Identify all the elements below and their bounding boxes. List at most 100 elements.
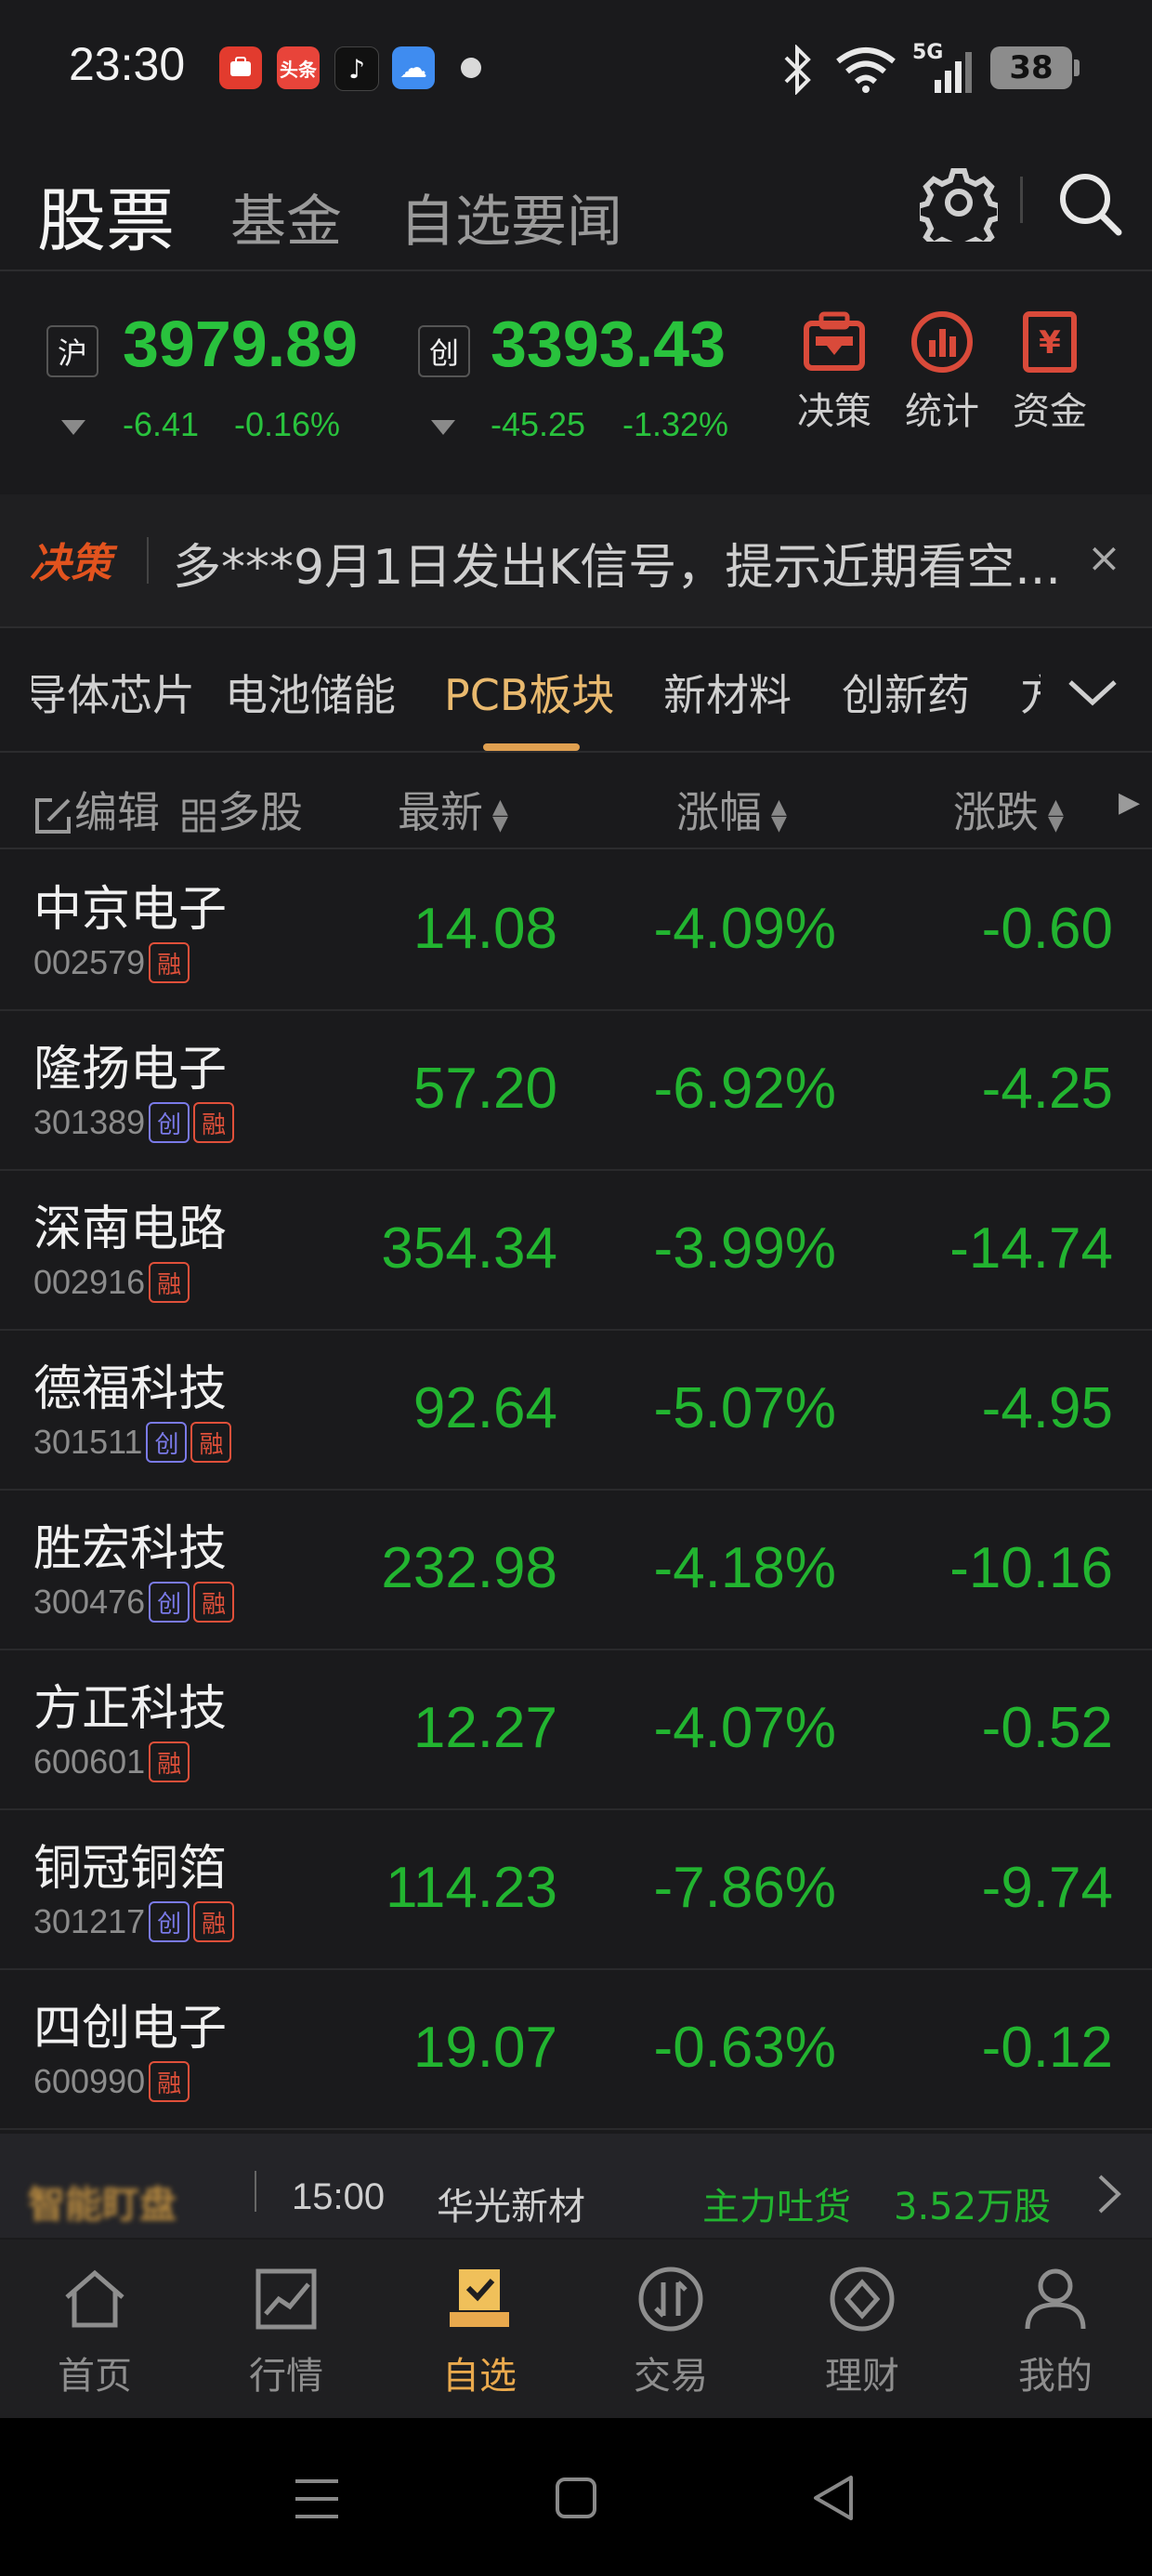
edit-icon: [35, 797, 71, 834]
chevron-down-icon: [1068, 680, 1117, 706]
news-brand-logo: 决策: [30, 540, 111, 587]
sort-by-change[interactable]: 涨跌 ▲ ▼: [953, 779, 1064, 840]
category-tab-battery[interactable]: 电池储能: [225, 662, 396, 723]
table-row[interactable]: 隆扬电子 301389 创融 57.20 -6.92% -4.25: [0, 1009, 1152, 1171]
chevron-right-icon[interactable]: [1093, 2171, 1124, 2221]
table-row[interactable]: 胜宏科技 300476 创融 232.98 -4.18% -10.16: [0, 1489, 1152, 1650]
stock-change-percent: -5.07%: [653, 1376, 836, 1440]
table-row[interactable]: 中京电子 002579 融 14.08 -4.09% -0.60: [0, 849, 1152, 1011]
tool-decision-label: 决策: [797, 390, 871, 433]
toutiao-icon: 头条: [277, 46, 320, 89]
nav-wealth-label: 理财: [825, 2355, 899, 2398]
stock-price: 12.27: [412, 1696, 557, 1760]
index-cy-value[interactable]: 3393.43: [491, 307, 726, 381]
category-tab-chips[interactable]: 导体芯片: [32, 662, 195, 723]
sort-by-percent[interactable]: 涨幅 ▲ ▼: [676, 779, 787, 840]
stock-code: 301217 创融: [33, 1901, 235, 1942]
index-sh-value[interactable]: 3979.89: [123, 307, 358, 381]
index-cy-pct: -1.32%: [622, 405, 729, 443]
margin-tag: 融: [190, 1422, 232, 1463]
stock-code: 301389 创融: [33, 1102, 235, 1143]
back-triangle-icon[interactable]: [810, 2474, 857, 2526]
stock-change: -14.74: [949, 1216, 1113, 1281]
status-time: 23:30: [69, 38, 186, 90]
sort-icon: ▲ ▼: [1048, 795, 1064, 835]
index-sh-pct: -0.16%: [234, 405, 341, 443]
category-tab-partial[interactable]: 方: [1020, 662, 1041, 723]
stock-price: 92.64: [412, 1376, 557, 1440]
news-text[interactable]: 多***9月1日发出K信号，提示近期看空...: [173, 528, 1061, 598]
index-cy-badge: 创: [418, 325, 470, 377]
notification-dot: [461, 58, 481, 78]
tool-decision[interactable]: 决策: [779, 307, 890, 435]
stock-code: 300476 创融: [33, 1582, 235, 1623]
stock-name: 德福科技: [33, 1361, 228, 1417]
category-tab-pcb[interactable]: PCB板块: [444, 662, 614, 723]
stock-code-text: 600990: [33, 2062, 146, 2100]
table-row[interactable]: 四创电子 600990 融 19.07 -0.63% -0.12: [0, 1968, 1152, 2130]
stock-code-text: 301511: [33, 1423, 143, 1461]
tab-funds[interactable]: 基金: [230, 177, 342, 257]
ticker-stock[interactable]: 华光新材: [437, 2176, 585, 2230]
stock-price: 14.08: [412, 897, 557, 961]
tool-stats-label: 统计: [905, 390, 979, 433]
nav-trade[interactable]: 交易: [596, 2264, 745, 2399]
nav-watchlist-label: 自选: [442, 2355, 517, 2398]
news-close-button[interactable]: ×: [1087, 534, 1121, 582]
col-chg-label: 涨跌: [953, 787, 1039, 837]
stock-name: 隆扬电子: [33, 1042, 228, 1097]
sort-by-price[interactable]: 最新 ▲ ▼: [398, 779, 508, 840]
tool-stats[interactable]: 统计: [886, 307, 998, 435]
nav-watchlist[interactable]: 自选: [405, 2264, 554, 2399]
table-row[interactable]: 方正科技 600601 融 12.27 -4.07% -0.52: [0, 1649, 1152, 1810]
news-bottom-line: [0, 626, 1152, 628]
bluetooth-icon: [782, 44, 814, 99]
weather-icon: ☁: [392, 46, 435, 89]
ticker-time: 15:00: [292, 2176, 386, 2217]
tab-stocks[interactable]: 股票: [37, 165, 175, 265]
stock-change: -9.74: [981, 1856, 1113, 1920]
table-row[interactable]: 深南电路 002916 融 354.34 -3.99% -14.74: [0, 1169, 1152, 1331]
home-square-icon[interactable]: [554, 2476, 598, 2524]
multi-stock-button[interactable]: 多股: [180, 779, 303, 840]
stock-name: 深南电路: [33, 1202, 228, 1257]
tiktok-icon: ♪: [334, 46, 379, 91]
category-expand-button[interactable]: [1041, 641, 1152, 742]
tool-funds[interactable]: ¥ 资金: [994, 307, 1106, 435]
stock-price: 232.98: [381, 1536, 557, 1600]
stock-code: 002916 融: [33, 1262, 190, 1303]
stock-change: -4.25: [981, 1057, 1113, 1121]
search-icon[interactable]: [1054, 167, 1128, 245]
stock-name: 胜宏科技: [33, 1521, 228, 1577]
scroll-right-icon[interactable]: ▶: [1119, 786, 1140, 819]
margin-tag: 融: [149, 2061, 190, 2102]
settings-gear-icon[interactable]: [915, 164, 1002, 256]
index-cy-down-icon: [431, 420, 455, 435]
nav-market[interactable]: 行情: [212, 2264, 360, 2399]
stock-name: 方正科技: [33, 1681, 228, 1737]
category-bottom-line: [0, 751, 1152, 753]
sort-icon: ▲ ▼: [492, 795, 508, 835]
nav-wealth[interactable]: 理财: [788, 2264, 936, 2399]
market-icon: [255, 2268, 317, 2330]
nav-profile[interactable]: 我的: [981, 2264, 1130, 2399]
table-row[interactable]: 铜冠铜箔 301217 创融 114.23 -7.86% -9.74: [0, 1808, 1152, 1970]
tab-watchlist-news[interactable]: 自选要闻: [399, 177, 622, 257]
table-row[interactable]: 德福科技 301511 创融 92.64 -5.07% -4.95: [0, 1329, 1152, 1491]
funds-icon: ¥: [1023, 311, 1077, 373]
stock-change-percent: -4.18%: [653, 1536, 836, 1600]
stock-change-percent: -0.63%: [653, 2016, 836, 2080]
category-active-indicator: [483, 743, 580, 751]
stock-change: -0.52: [981, 1696, 1113, 1760]
stock-code-text: 300476: [33, 1583, 146, 1621]
stock-change: -4.95: [981, 1376, 1113, 1440]
edit-button[interactable]: 编辑: [32, 779, 160, 840]
wifi-icon: [834, 46, 897, 97]
nav-home[interactable]: 首页: [20, 2264, 169, 2399]
menu-icon[interactable]: [292, 2476, 342, 2526]
category-tab-innovative-drugs[interactable]: 创新药: [842, 662, 970, 723]
margin-tag: 融: [193, 1901, 235, 1942]
battery-indicator: 38: [990, 46, 1080, 89]
stock-change: -10.16: [949, 1536, 1113, 1600]
category-tab-new-materials[interactable]: 新材料: [663, 662, 792, 723]
